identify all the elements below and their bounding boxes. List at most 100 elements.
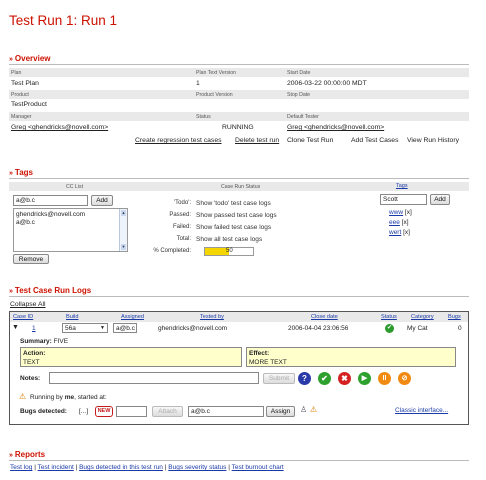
col-status[interactable]: Status — [381, 314, 397, 320]
submit-button[interactable]: Submit — [263, 373, 295, 384]
default-tester-label: Default Tester — [287, 114, 319, 120]
overview-heading-label: Overview — [14, 54, 51, 63]
expand-row-icon[interactable]: ▼ — [12, 324, 19, 331]
reports-heading[interactable]: » Reports — [9, 450, 45, 459]
run-icon[interactable]: ▶ — [358, 372, 371, 385]
classic-interface-link[interactable]: Classic interface... — [395, 407, 448, 414]
listbox-scrollbar[interactable]: ▲ ▼ — [119, 209, 127, 251]
show-failed-link[interactable]: Show failed test case logs — [196, 224, 271, 231]
cc-remove-button[interactable]: Remove — [13, 254, 49, 264]
cc-add-button[interactable]: Add — [91, 195, 113, 206]
collapse-arrow-icon: » — [9, 288, 13, 295]
action-label: Action: — [23, 350, 46, 357]
effect-label: Effect: — [249, 350, 270, 357]
divider — [9, 178, 469, 179]
manager-link[interactable]: Greg <ghendricks@novell.com> — [11, 124, 108, 131]
assign-button[interactable]: Assign — [266, 406, 295, 417]
test-log-link[interactable]: Test log — [10, 464, 32, 471]
view-run-history-link[interactable]: View Run History — [407, 137, 459, 144]
col-bugs[interactable]: Bugs — [448, 314, 461, 320]
separator: | — [75, 464, 78, 471]
create-regression-link[interactable]: Create regression test cases — [135, 137, 222, 144]
col-close-date[interactable]: Close date — [311, 314, 338, 320]
tag-link[interactable]: wert — [389, 229, 401, 236]
tag-remove-button[interactable]: [x] — [402, 219, 409, 226]
separator: | — [164, 464, 167, 471]
col-case-id[interactable]: Case ID — [13, 314, 33, 320]
col-category[interactable]: Category — [411, 314, 434, 320]
tags-heading[interactable]: » Tags — [9, 168, 33, 177]
build-select[interactable]: 56a ▼ — [62, 323, 108, 333]
overview-row-bar — [9, 112, 469, 121]
tag-remove-button[interactable]: [x] — [403, 229, 410, 236]
chevron-down-icon: ▼ — [100, 325, 105, 331]
divider — [9, 64, 469, 65]
overview-heading[interactable]: » Overview — [9, 54, 50, 63]
clone-test-run-link[interactable]: Clone Test Run — [287, 137, 333, 144]
product-version-label: Product Version — [196, 92, 233, 98]
cc-listbox[interactable]: ghendricks@novell.com a@b.c ▲ ▼ — [13, 208, 128, 252]
action-value: TEXT — [23, 359, 40, 366]
show-todo-link[interactable]: Show 'todo' test case logs — [196, 200, 271, 207]
show-passed-link[interactable]: Show passed test case logs — [196, 212, 277, 219]
burnout-chart-link[interactable]: Test burnout chart — [232, 464, 284, 471]
status-value: RUNNING — [222, 124, 254, 131]
stop-date-label: Stop Date — [287, 92, 311, 98]
help-icon[interactable]: ? — [298, 372, 311, 385]
pass-icon[interactable]: ✔ — [318, 372, 331, 385]
new-bug-button[interactable]: NEW — [95, 406, 113, 417]
col-tested-by[interactable]: Tested by — [200, 314, 224, 320]
col-assigned[interactable]: Assigned — [121, 314, 144, 320]
todo-label: 'Todo': — [174, 200, 191, 206]
add-test-cases-link[interactable]: Add Test Cases — [351, 137, 398, 144]
bugs-list-link[interactable]: [...] — [79, 408, 88, 415]
effect-box: Effect: MORE TEXT — [246, 347, 456, 367]
case-id-link[interactable]: 1 — [32, 325, 36, 332]
bug-id-input[interactable] — [116, 406, 147, 417]
bugs-detected-report-link[interactable]: Bugs detected in this test run — [79, 464, 163, 471]
cc-input[interactable]: a@b.c — [13, 195, 88, 206]
cc-list-item[interactable]: ghendricks@novell.com — [16, 211, 85, 218]
show-all-link[interactable]: Show all test case logs — [196, 236, 262, 243]
tag-link[interactable]: eee — [389, 219, 400, 226]
tag-remove-button[interactable]: [x] — [405, 209, 412, 216]
notes-input[interactable] — [49, 372, 259, 384]
delete-test-run-link[interactable]: Delete test run — [235, 137, 279, 144]
logs-heading[interactable]: » Test Case Run Logs — [9, 286, 91, 295]
case-run-status-header: Case Run Status — [221, 184, 261, 190]
completed-progress-bar: 50 — [204, 247, 254, 256]
plan-label: Plan — [11, 70, 22, 76]
tag-item: wert [x] — [389, 228, 412, 238]
start-date-label: Start Date — [287, 70, 311, 76]
fail-icon[interactable]: ✖ — [338, 372, 351, 385]
assigned-field[interactable]: a@b.c — [113, 323, 137, 333]
tag-item: eee [x] — [389, 218, 412, 228]
running-by-line: Running by me, started at: — [30, 394, 107, 401]
tested-by-value: ghendricks@novell.com — [158, 325, 228, 332]
action-box: Action: TEXT — [20, 347, 242, 367]
pause-icon[interactable]: II — [378, 372, 391, 385]
scroll-down-icon[interactable]: ▼ — [121, 244, 126, 250]
alert-icon[interactable]: ⚠ — [310, 405, 317, 414]
effect-value: MORE TEXT — [249, 359, 287, 366]
running-by-suffix: , started at: — [74, 394, 107, 401]
collapse-all-link[interactable]: Collapse All — [10, 301, 46, 308]
col-build[interactable]: Build — [66, 314, 78, 320]
tags-header[interactable]: Tags — [396, 183, 408, 189]
bugs-count: 0 — [458, 325, 462, 332]
overview-row-bar — [9, 68, 469, 77]
tag-input[interactable]: Scott — [380, 194, 427, 205]
block-icon[interactable]: ⊘ — [398, 372, 411, 385]
default-tester-link[interactable]: Greg <ghendricks@novell.com> — [287, 124, 384, 131]
bugs-severity-link[interactable]: Bugs severity status — [168, 464, 226, 471]
assign-input[interactable]: a@b.c — [188, 406, 264, 417]
scroll-up-icon[interactable]: ▲ — [121, 210, 126, 216]
tag-link[interactable]: www — [389, 209, 403, 216]
plan-text-version-value: 1 — [196, 80, 200, 87]
test-incident-link[interactable]: Test incident — [38, 464, 74, 471]
tag-add-button[interactable]: Add — [430, 194, 450, 205]
user-icon[interactable]: ♙ — [300, 405, 307, 414]
logs-heading-label: Test Case Run Logs — [14, 286, 92, 295]
cc-list-item[interactable]: a@b.c — [16, 219, 35, 226]
attach-button[interactable]: Attach — [152, 406, 183, 417]
